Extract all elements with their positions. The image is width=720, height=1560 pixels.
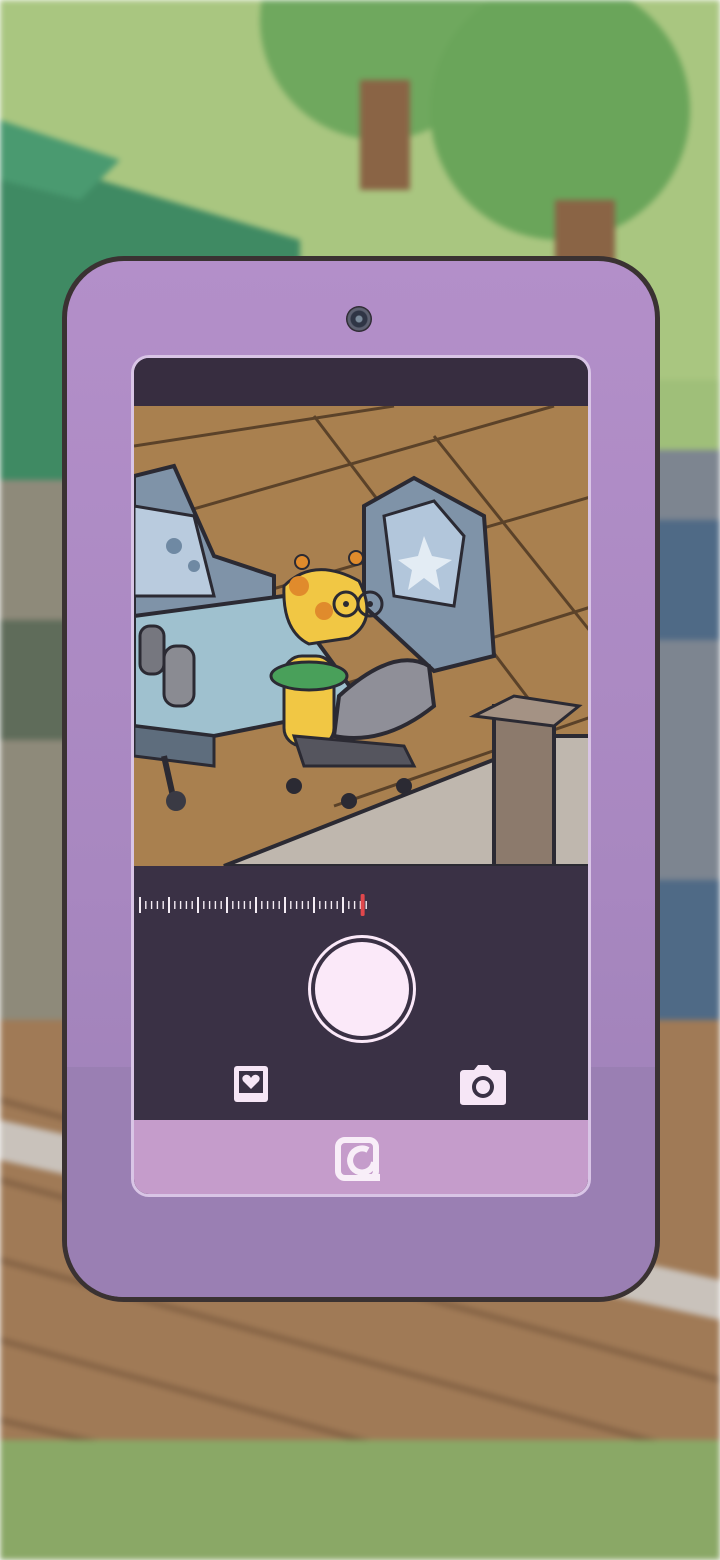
phone-bottom-bar	[134, 1120, 588, 1194]
viewfinder-scene	[134, 406, 588, 866]
camera-control-panel	[134, 866, 588, 1120]
photo-album-icon[interactable]	[232, 1064, 270, 1104]
camera-viewfinder[interactable]	[134, 406, 588, 866]
camera-icon[interactable]	[458, 1064, 508, 1106]
game-stage	[0, 0, 720, 1560]
phone-device	[62, 256, 660, 1302]
zoom-indicator[interactable]	[360, 894, 365, 916]
front-camera-icon	[346, 306, 372, 332]
zoom-slider[interactable]	[138, 894, 370, 916]
shutter-button[interactable]	[315, 942, 409, 1036]
phone-screen	[131, 355, 591, 1197]
screen-top-bar	[134, 358, 588, 406]
home-button-icon[interactable]	[334, 1136, 384, 1184]
